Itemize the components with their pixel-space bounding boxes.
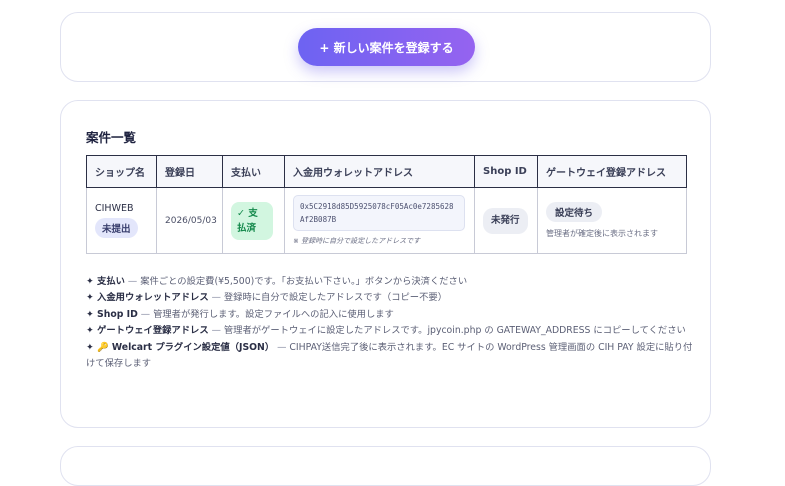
register-button-label: + 新しい案件を登録する <box>319 40 454 55</box>
note-bullet: ✦ 🔑 <box>86 341 109 353</box>
note-desc: 登録時に自分で設定したアドレスです（コピー不要） <box>223 292 447 304</box>
shop-id-badge: 未発行 <box>483 207 528 234</box>
note-item: ✦ Shop ID — 管理者が発行します。設定ファイルへの記入に使用します <box>86 308 394 320</box>
wallet-address[interactable]: 0x5C2918d85D5925078cF05Ac0e7285628Af2B08… <box>293 195 465 231</box>
gateway-status-badge: 設定待ち <box>546 201 603 222</box>
case-table: ショップ名 登録日 支払い 入金用ウォレットアドレス Shop ID ゲートウェ… <box>86 155 687 254</box>
wallet-note: ※ 登録時に自分で設定したアドレスです <box>293 237 421 245</box>
notes-section: ✦ 支払い — 案件ごとの設定費(¥5,500)です。「お支払い下さい。」ボタン… <box>86 274 694 372</box>
column-header: 支払い <box>222 155 285 188</box>
column-header: ゲートウェイ登録アドレス <box>537 155 687 188</box>
note-item: ✦ 入金用ウォレットアドレス — 登録時に自分で設定したアドレスです（コピー不要… <box>86 292 447 304</box>
shop-name: CIHWEB <box>95 203 134 214</box>
note-term: 支払い <box>97 276 125 287</box>
note-bullet: ✦ <box>86 292 94 304</box>
payment-cell: ✓ 支払済 <box>222 187 285 254</box>
note-desc: 管理者がゲートウェイに設定したアドレスです。jpycoin.php の GATE… <box>223 325 686 337</box>
note-term: Shop ID <box>97 308 138 320</box>
registration-date: 2026/05/03 <box>165 216 217 226</box>
column-header: 登録日 <box>156 155 223 188</box>
case-list-card: 案件一覧 ショップ名 登録日 支払い 入金用ウォレットアドレス Shop ID … <box>60 100 711 428</box>
note-bullet: ✦ <box>86 308 94 320</box>
note-term: 入金用ウォレットアドレス <box>97 292 209 304</box>
register-card: + 新しい案件を登録する <box>60 12 711 82</box>
date-cell: 2026/05/03 <box>156 187 223 254</box>
note-term: Welcart プラグイン設定値（JSON） <box>111 341 275 353</box>
column-header: Shop ID <box>474 155 538 188</box>
next-card <box>60 446 711 486</box>
wallet-cell: 0x5C2918d85D5925078cF05Ac0e7285628Af2B08… <box>284 187 475 254</box>
gateway-note: 管理者が確定後に表示されます <box>546 228 658 238</box>
column-header: 入金用ウォレットアドレス <box>284 155 475 188</box>
note-desc: 案件ごとの設定費(¥5,500)です。「お支払い下さい。」ボタンから決済ください <box>140 276 468 287</box>
note-term: ゲートウェイ登録アドレス <box>97 325 209 337</box>
payment-status-badge: ✓ 支払済 <box>231 201 273 240</box>
note-desc: 管理者が発行します。設定ファイルへの記入に使用します <box>153 308 394 320</box>
note-bullet: ✦ <box>86 325 94 337</box>
note-item: ✦ 支払い — 案件ごとの設定費(¥5,500)です。「お支払い下さい。」ボタン… <box>86 276 468 287</box>
shop-id-cell: 未発行 <box>474 187 538 254</box>
note-bullet: ✦ <box>86 276 94 287</box>
table-row: CIHWEB 未提出 2026/05/03 ✓ 支払済 0x5C2918d85D… <box>86 187 687 254</box>
shop-name-cell: CIHWEB 未提出 <box>86 187 157 254</box>
register-new-case-button[interactable]: + 新しい案件を登録する <box>298 28 475 66</box>
note-item: ✦ 🔑 Welcart プラグイン設定値（JSON） — CIHPAY送信完了後… <box>86 341 693 370</box>
gateway-cell: 設定待ち 管理者が確定後に表示されます <box>537 187 687 254</box>
table-header-row: ショップ名 登録日 支払い 入金用ウォレットアドレス Shop ID ゲートウェ… <box>86 155 687 188</box>
case-list-title: 案件一覧 <box>86 130 137 145</box>
column-header: ショップ名 <box>86 155 157 188</box>
note-item: ✦ ゲートウェイ登録アドレス — 管理者がゲートウェイに設定したアドレスです。j… <box>86 325 686 337</box>
status-badge: 未提出 <box>95 218 138 238</box>
